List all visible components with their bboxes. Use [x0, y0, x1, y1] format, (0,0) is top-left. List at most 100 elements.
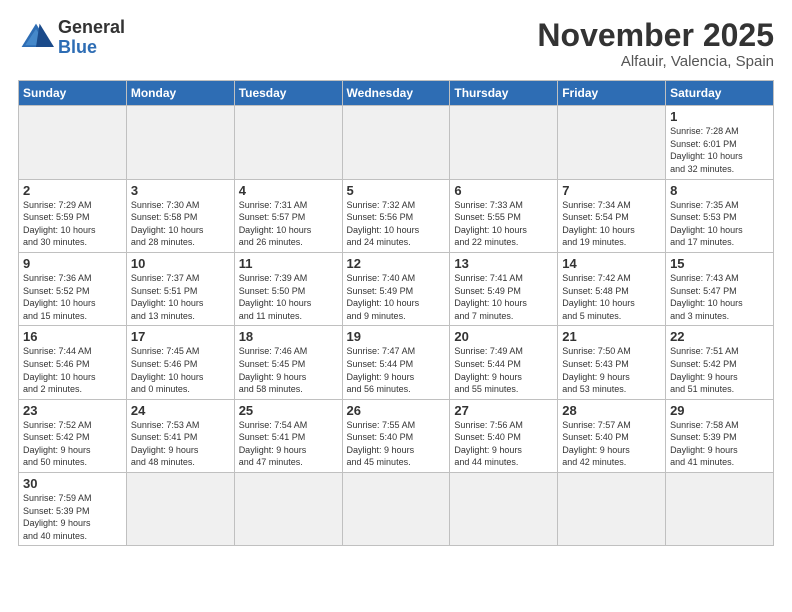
day-number: 29: [670, 403, 769, 418]
header: General Blue November 2025 Alfauir, Vale…: [18, 18, 774, 70]
weekday-header-friday: Friday: [558, 81, 666, 106]
logo-icon: [18, 20, 54, 56]
day-number: 10: [131, 256, 230, 271]
logo-general: General: [58, 17, 125, 37]
calendar-cell: [450, 473, 558, 546]
calendar-cell: 12Sunrise: 7:40 AM Sunset: 5:49 PM Dayli…: [342, 252, 450, 325]
day-info: Sunrise: 7:39 AM Sunset: 5:50 PM Dayligh…: [239, 272, 338, 322]
weekday-header-tuesday: Tuesday: [234, 81, 342, 106]
calendar-cell: 13Sunrise: 7:41 AM Sunset: 5:49 PM Dayli…: [450, 252, 558, 325]
calendar-cell: 10Sunrise: 7:37 AM Sunset: 5:51 PM Dayli…: [126, 252, 234, 325]
logo: General Blue: [18, 18, 125, 58]
day-number: 11: [239, 256, 338, 271]
day-number: 25: [239, 403, 338, 418]
calendar-cell: 11Sunrise: 7:39 AM Sunset: 5:50 PM Dayli…: [234, 252, 342, 325]
calendar-cell: 2Sunrise: 7:29 AM Sunset: 5:59 PM Daylig…: [19, 179, 127, 252]
weekday-header-monday: Monday: [126, 81, 234, 106]
calendar-cell: 4Sunrise: 7:31 AM Sunset: 5:57 PM Daylig…: [234, 179, 342, 252]
weekday-header-wednesday: Wednesday: [342, 81, 450, 106]
calendar-cell: 27Sunrise: 7:56 AM Sunset: 5:40 PM Dayli…: [450, 399, 558, 472]
calendar-cell: [558, 473, 666, 546]
calendar-week-row: 1Sunrise: 7:28 AM Sunset: 6:01 PM Daylig…: [19, 106, 774, 179]
day-number: 8: [670, 183, 769, 198]
weekday-header-row: SundayMondayTuesdayWednesdayThursdayFrid…: [19, 81, 774, 106]
day-info: Sunrise: 7:45 AM Sunset: 5:46 PM Dayligh…: [131, 345, 230, 395]
calendar-cell: 18Sunrise: 7:46 AM Sunset: 5:45 PM Dayli…: [234, 326, 342, 399]
page: General Blue November 2025 Alfauir, Vale…: [0, 0, 792, 556]
calendar-cell: [342, 106, 450, 179]
day-info: Sunrise: 7:59 AM Sunset: 5:39 PM Dayligh…: [23, 492, 122, 542]
day-number: 19: [347, 329, 446, 344]
calendar-week-row: 30Sunrise: 7:59 AM Sunset: 5:39 PM Dayli…: [19, 473, 774, 546]
calendar-cell: 19Sunrise: 7:47 AM Sunset: 5:44 PM Dayli…: [342, 326, 450, 399]
day-number: 26: [347, 403, 446, 418]
logo-text: General Blue: [58, 18, 125, 58]
month-title: November 2025: [537, 18, 774, 53]
calendar-cell: 23Sunrise: 7:52 AM Sunset: 5:42 PM Dayli…: [19, 399, 127, 472]
day-number: 24: [131, 403, 230, 418]
calendar-cell: 5Sunrise: 7:32 AM Sunset: 5:56 PM Daylig…: [342, 179, 450, 252]
day-info: Sunrise: 7:49 AM Sunset: 5:44 PM Dayligh…: [454, 345, 553, 395]
calendar-cell: 21Sunrise: 7:50 AM Sunset: 5:43 PM Dayli…: [558, 326, 666, 399]
calendar-week-row: 2Sunrise: 7:29 AM Sunset: 5:59 PM Daylig…: [19, 179, 774, 252]
calendar-cell: 22Sunrise: 7:51 AM Sunset: 5:42 PM Dayli…: [666, 326, 774, 399]
calendar-cell: 8Sunrise: 7:35 AM Sunset: 5:53 PM Daylig…: [666, 179, 774, 252]
calendar-cell: 6Sunrise: 7:33 AM Sunset: 5:55 PM Daylig…: [450, 179, 558, 252]
calendar-cell: 14Sunrise: 7:42 AM Sunset: 5:48 PM Dayli…: [558, 252, 666, 325]
day-info: Sunrise: 7:33 AM Sunset: 5:55 PM Dayligh…: [454, 199, 553, 249]
day-number: 17: [131, 329, 230, 344]
calendar-week-row: 9Sunrise: 7:36 AM Sunset: 5:52 PM Daylig…: [19, 252, 774, 325]
calendar-week-row: 23Sunrise: 7:52 AM Sunset: 5:42 PM Dayli…: [19, 399, 774, 472]
calendar-cell: 17Sunrise: 7:45 AM Sunset: 5:46 PM Dayli…: [126, 326, 234, 399]
day-number: 23: [23, 403, 122, 418]
calendar-cell: 16Sunrise: 7:44 AM Sunset: 5:46 PM Dayli…: [19, 326, 127, 399]
calendar-cell: 20Sunrise: 7:49 AM Sunset: 5:44 PM Dayli…: [450, 326, 558, 399]
day-info: Sunrise: 7:54 AM Sunset: 5:41 PM Dayligh…: [239, 419, 338, 469]
calendar-cell: [666, 473, 774, 546]
day-number: 22: [670, 329, 769, 344]
day-number: 9: [23, 256, 122, 271]
day-info: Sunrise: 7:52 AM Sunset: 5:42 PM Dayligh…: [23, 419, 122, 469]
day-number: 28: [562, 403, 661, 418]
day-number: 7: [562, 183, 661, 198]
day-info: Sunrise: 7:30 AM Sunset: 5:58 PM Dayligh…: [131, 199, 230, 249]
day-info: Sunrise: 7:44 AM Sunset: 5:46 PM Dayligh…: [23, 345, 122, 395]
day-number: 12: [347, 256, 446, 271]
day-info: Sunrise: 7:55 AM Sunset: 5:40 PM Dayligh…: [347, 419, 446, 469]
title-block: November 2025 Alfauir, Valencia, Spain: [537, 18, 774, 70]
day-info: Sunrise: 7:37 AM Sunset: 5:51 PM Dayligh…: [131, 272, 230, 322]
calendar-cell: [234, 473, 342, 546]
weekday-header-thursday: Thursday: [450, 81, 558, 106]
calendar-cell: [558, 106, 666, 179]
day-info: Sunrise: 7:47 AM Sunset: 5:44 PM Dayligh…: [347, 345, 446, 395]
day-number: 4: [239, 183, 338, 198]
day-number: 5: [347, 183, 446, 198]
day-info: Sunrise: 7:40 AM Sunset: 5:49 PM Dayligh…: [347, 272, 446, 322]
calendar-cell: 29Sunrise: 7:58 AM Sunset: 5:39 PM Dayli…: [666, 399, 774, 472]
day-info: Sunrise: 7:42 AM Sunset: 5:48 PM Dayligh…: [562, 272, 661, 322]
day-info: Sunrise: 7:36 AM Sunset: 5:52 PM Dayligh…: [23, 272, 122, 322]
day-info: Sunrise: 7:32 AM Sunset: 5:56 PM Dayligh…: [347, 199, 446, 249]
day-info: Sunrise: 7:46 AM Sunset: 5:45 PM Dayligh…: [239, 345, 338, 395]
day-info: Sunrise: 7:28 AM Sunset: 6:01 PM Dayligh…: [670, 125, 769, 175]
calendar-cell: [450, 106, 558, 179]
day-info: Sunrise: 7:50 AM Sunset: 5:43 PM Dayligh…: [562, 345, 661, 395]
calendar-cell: [234, 106, 342, 179]
calendar-cell: 1Sunrise: 7:28 AM Sunset: 6:01 PM Daylig…: [666, 106, 774, 179]
day-number: 13: [454, 256, 553, 271]
location: Alfauir, Valencia, Spain: [537, 53, 774, 70]
day-number: 18: [239, 329, 338, 344]
weekday-header-sunday: Sunday: [19, 81, 127, 106]
day-number: 1: [670, 109, 769, 124]
calendar-cell: 9Sunrise: 7:36 AM Sunset: 5:52 PM Daylig…: [19, 252, 127, 325]
calendar-cell: 25Sunrise: 7:54 AM Sunset: 5:41 PM Dayli…: [234, 399, 342, 472]
calendar-cell: [126, 473, 234, 546]
day-number: 16: [23, 329, 122, 344]
day-number: 2: [23, 183, 122, 198]
calendar-cell: 3Sunrise: 7:30 AM Sunset: 5:58 PM Daylig…: [126, 179, 234, 252]
day-number: 20: [454, 329, 553, 344]
calendar-cell: 30Sunrise: 7:59 AM Sunset: 5:39 PM Dayli…: [19, 473, 127, 546]
weekday-header-saturday: Saturday: [666, 81, 774, 106]
day-info: Sunrise: 7:31 AM Sunset: 5:57 PM Dayligh…: [239, 199, 338, 249]
day-info: Sunrise: 7:29 AM Sunset: 5:59 PM Dayligh…: [23, 199, 122, 249]
